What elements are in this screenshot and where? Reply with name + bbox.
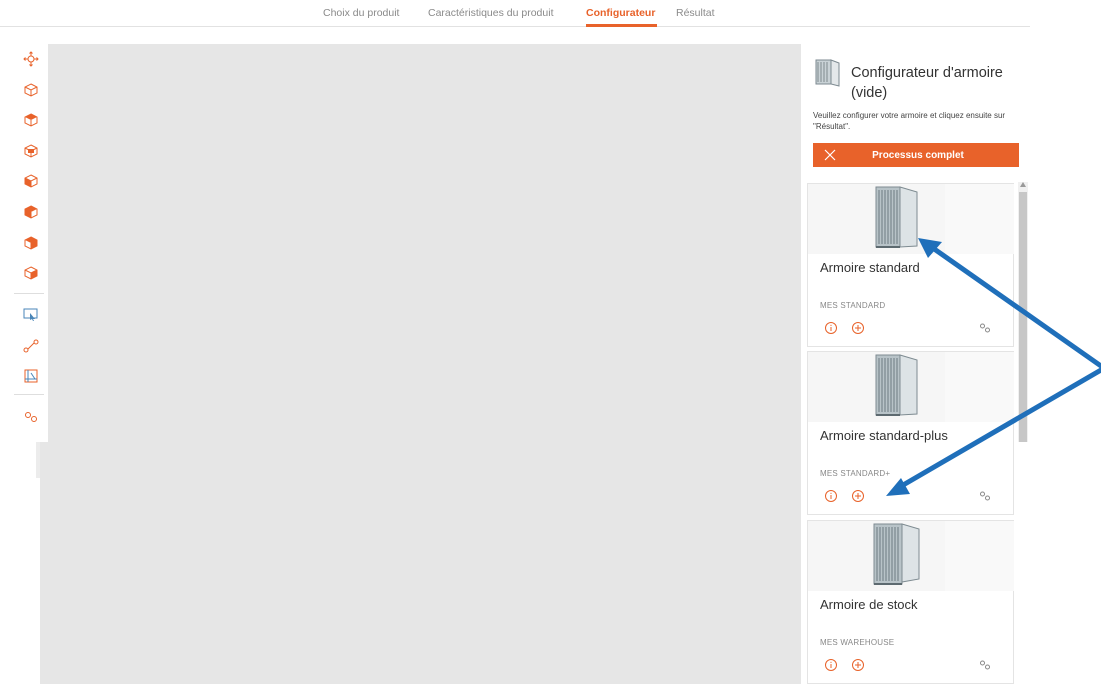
product-card[interactable]: Armoire standard-plus MES STANDARD+ [807,351,1014,515]
left-toolbar [0,44,52,442]
layout-icon[interactable] [20,365,42,387]
tab-caracteristiques[interactable]: Caractéristiques du produit [428,7,553,19]
top-navigation: Choix du produit Caractéristiques du pro… [0,0,1030,27]
cube-bottom-icon[interactable] [20,262,42,284]
info-icon[interactable] [824,321,838,335]
cube-left-icon[interactable] [20,201,42,223]
product-image-bg [945,184,1014,254]
product-image-bg [945,521,1014,591]
active-tab-indicator [586,24,657,27]
product-name: Armoire de stock [820,597,918,612]
panel-description: Veuillez configurer votre armoire et cli… [813,111,1006,131]
product-image [808,184,945,254]
connect-icon[interactable] [20,335,42,357]
settings-gears-icon[interactable] [978,489,992,503]
add-icon[interactable] [851,489,865,503]
product-name: Armoire standard [820,260,920,275]
product-code: MES STANDARD [820,301,886,310]
3d-canvas-lower[interactable] [40,442,801,684]
cabinet-icon [815,58,841,87]
select-area-icon[interactable] [10,300,52,328]
tab-resultat[interactable]: Résultat [676,7,715,19]
scroll-up-icon[interactable] [1020,182,1026,187]
product-code: MES STANDARD+ [820,469,891,478]
3d-canvas[interactable] [48,44,801,442]
card-actions [824,321,1009,337]
tab-choix-du-produit[interactable]: Choix du produit [323,7,399,19]
product-image [808,352,945,422]
toolbar-divider [14,293,44,294]
app-root: Choix du produit Caractéristiques du pro… [0,0,1101,684]
product-card[interactable]: Armoire standard MES STANDARD [807,183,1014,347]
tab-configurateur[interactable]: Configurateur [586,7,655,19]
move-icon[interactable] [20,48,42,70]
toolbar-divider [14,394,44,395]
settings-gears-icon[interactable] [20,406,42,428]
scrollbar-thumb[interactable] [1019,192,1027,442]
settings-gears-icon[interactable] [978,658,992,672]
panel-title: Configurateur d'armoire (vide) [851,65,1003,101]
processus-complet-label: Processus complet [872,149,964,161]
cube-outline-icon[interactable] [20,79,42,101]
add-icon[interactable] [851,321,865,335]
product-image [808,521,945,591]
cube-side-icon[interactable] [20,140,42,162]
product-code: MES WAREHOUSE [820,638,895,647]
card-actions [824,658,1009,674]
cube-front-icon[interactable] [20,170,42,192]
info-icon[interactable] [824,658,838,672]
add-icon[interactable] [851,658,865,672]
configurator-panel: Configurateur d'armoire (vide) Veuillez … [801,44,1030,684]
panel-scrollbar[interactable] [1018,182,1028,442]
close-icon [813,149,847,161]
info-icon[interactable] [824,489,838,503]
card-actions [824,489,1009,505]
product-image-bg [945,352,1014,422]
cube-right-icon[interactable] [20,232,42,254]
settings-gears-icon[interactable] [978,321,992,335]
product-name: Armoire standard-plus [820,428,948,443]
processus-complet-button[interactable]: Processus complet [813,143,1019,167]
product-card[interactable]: Armoire de stock MES WAREHOUSE [807,520,1014,684]
cube-top-icon[interactable] [20,109,42,131]
